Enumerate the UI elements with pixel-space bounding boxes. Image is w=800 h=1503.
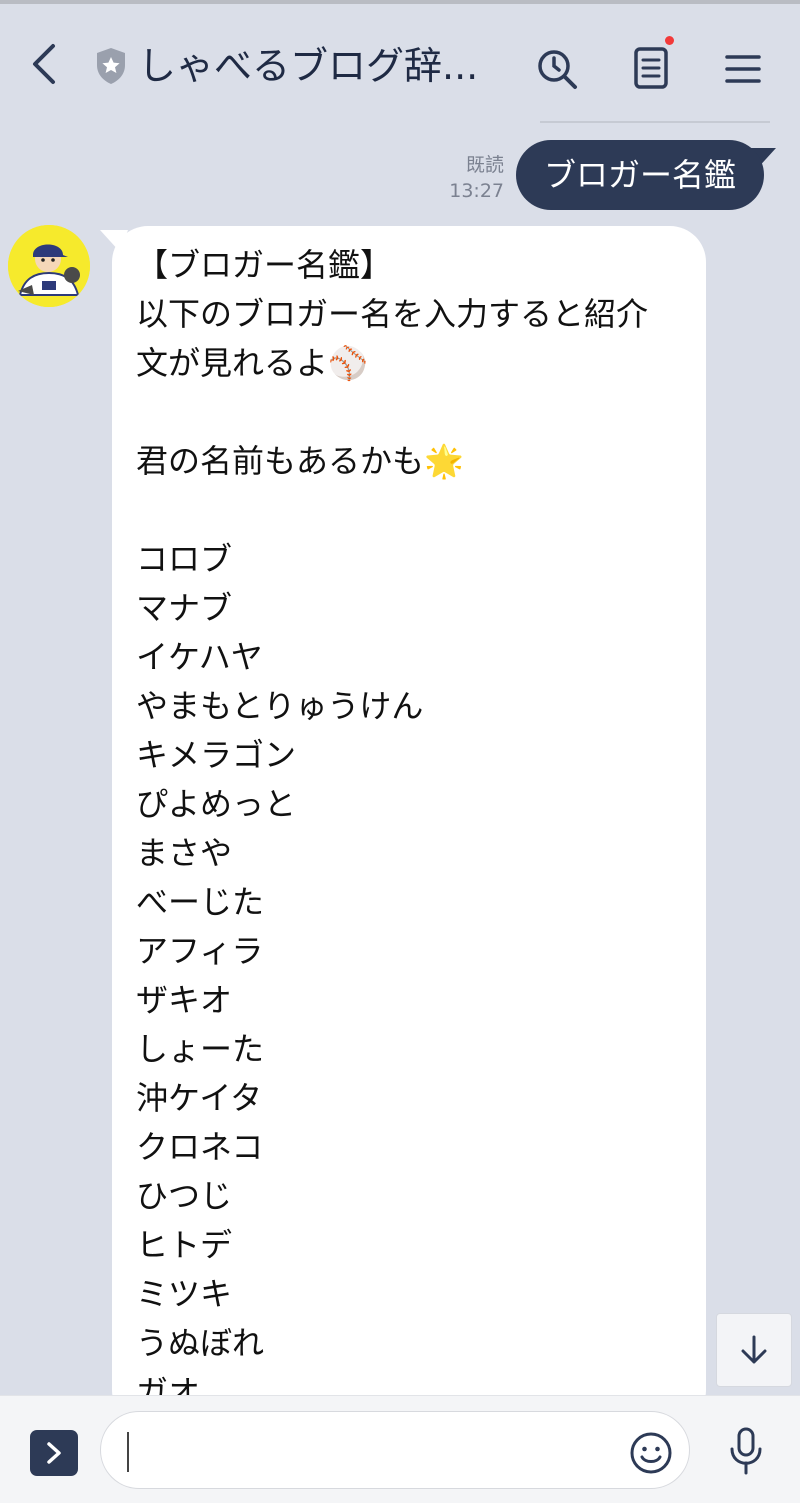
chat-title: しゃべるブログ辞... [138,44,479,88]
message-line: 沖ケイタ [136,1079,263,1117]
notification-badge [665,36,674,45]
shield-star-icon [92,44,130,88]
message-line: イケハヤ [136,638,263,676]
message-line: コロブ [136,540,233,578]
chevron-right-icon [47,1442,61,1464]
note-icon[interactable] [626,36,676,96]
message-line: 以下のブロガー名を入力すると紹介 [136,295,649,333]
message-line: マナブ [136,589,233,627]
message-line: ミツキ [136,1275,233,1313]
message-line: アフィラ [136,932,264,970]
message-line: ひつじ [136,1177,233,1215]
avatar[interactable] [8,225,90,307]
message-line: ぴよめっと [136,785,297,823]
received-message-text: 【ブロガー名鑑】以下のブロガー名を入力すると紹介 文が見れるよ⚾ 君の名前もあるかも… [136,241,696,1417]
header-divider [540,121,770,123]
text-cursor [127,1432,129,1472]
clock-search-icon[interactable] [530,42,584,96]
smiley-icon[interactable] [628,1430,674,1476]
microphone-icon[interactable] [722,1424,770,1478]
hamburger-menu-icon[interactable] [718,44,768,94]
chat-header: しゃべるブログ辞... [0,4,800,122]
expand-button[interactable] [30,1430,78,1476]
message-line: やまもとりゅうけん [136,687,424,725]
message-line: べーじた [136,883,265,921]
message-line: 君の名前もあるかも🌟 [136,442,464,480]
message-line: しょーた [136,1030,265,1068]
sent-message-bubble[interactable]: ブロガー名鑑 [516,140,764,210]
chat-input-bar [0,1395,800,1503]
message-line: ザキオ [136,981,233,1019]
arrow-down-icon [741,1335,767,1364]
message-line: ヒトデ [136,1226,233,1264]
scroll-down-button[interactable] [716,1313,792,1387]
message-input[interactable] [125,1426,599,1476]
message-line: 【ブロガー名鑑】 [136,246,393,284]
message-line: うぬぼれ [136,1324,265,1362]
read-label: 既読 [465,154,504,176]
message-line: クロネコ [136,1128,264,1166]
read-receipt: 既読 13:27 [430,152,504,204]
message-input-container[interactable] [100,1411,690,1489]
message-time: 13:27 [449,180,504,202]
chevron-left-icon[interactable] [22,34,66,94]
message-line: まさや [136,834,233,872]
message-line: キメラゴン [136,736,297,774]
message-line: 文が見れるよ⚾ [136,344,368,382]
